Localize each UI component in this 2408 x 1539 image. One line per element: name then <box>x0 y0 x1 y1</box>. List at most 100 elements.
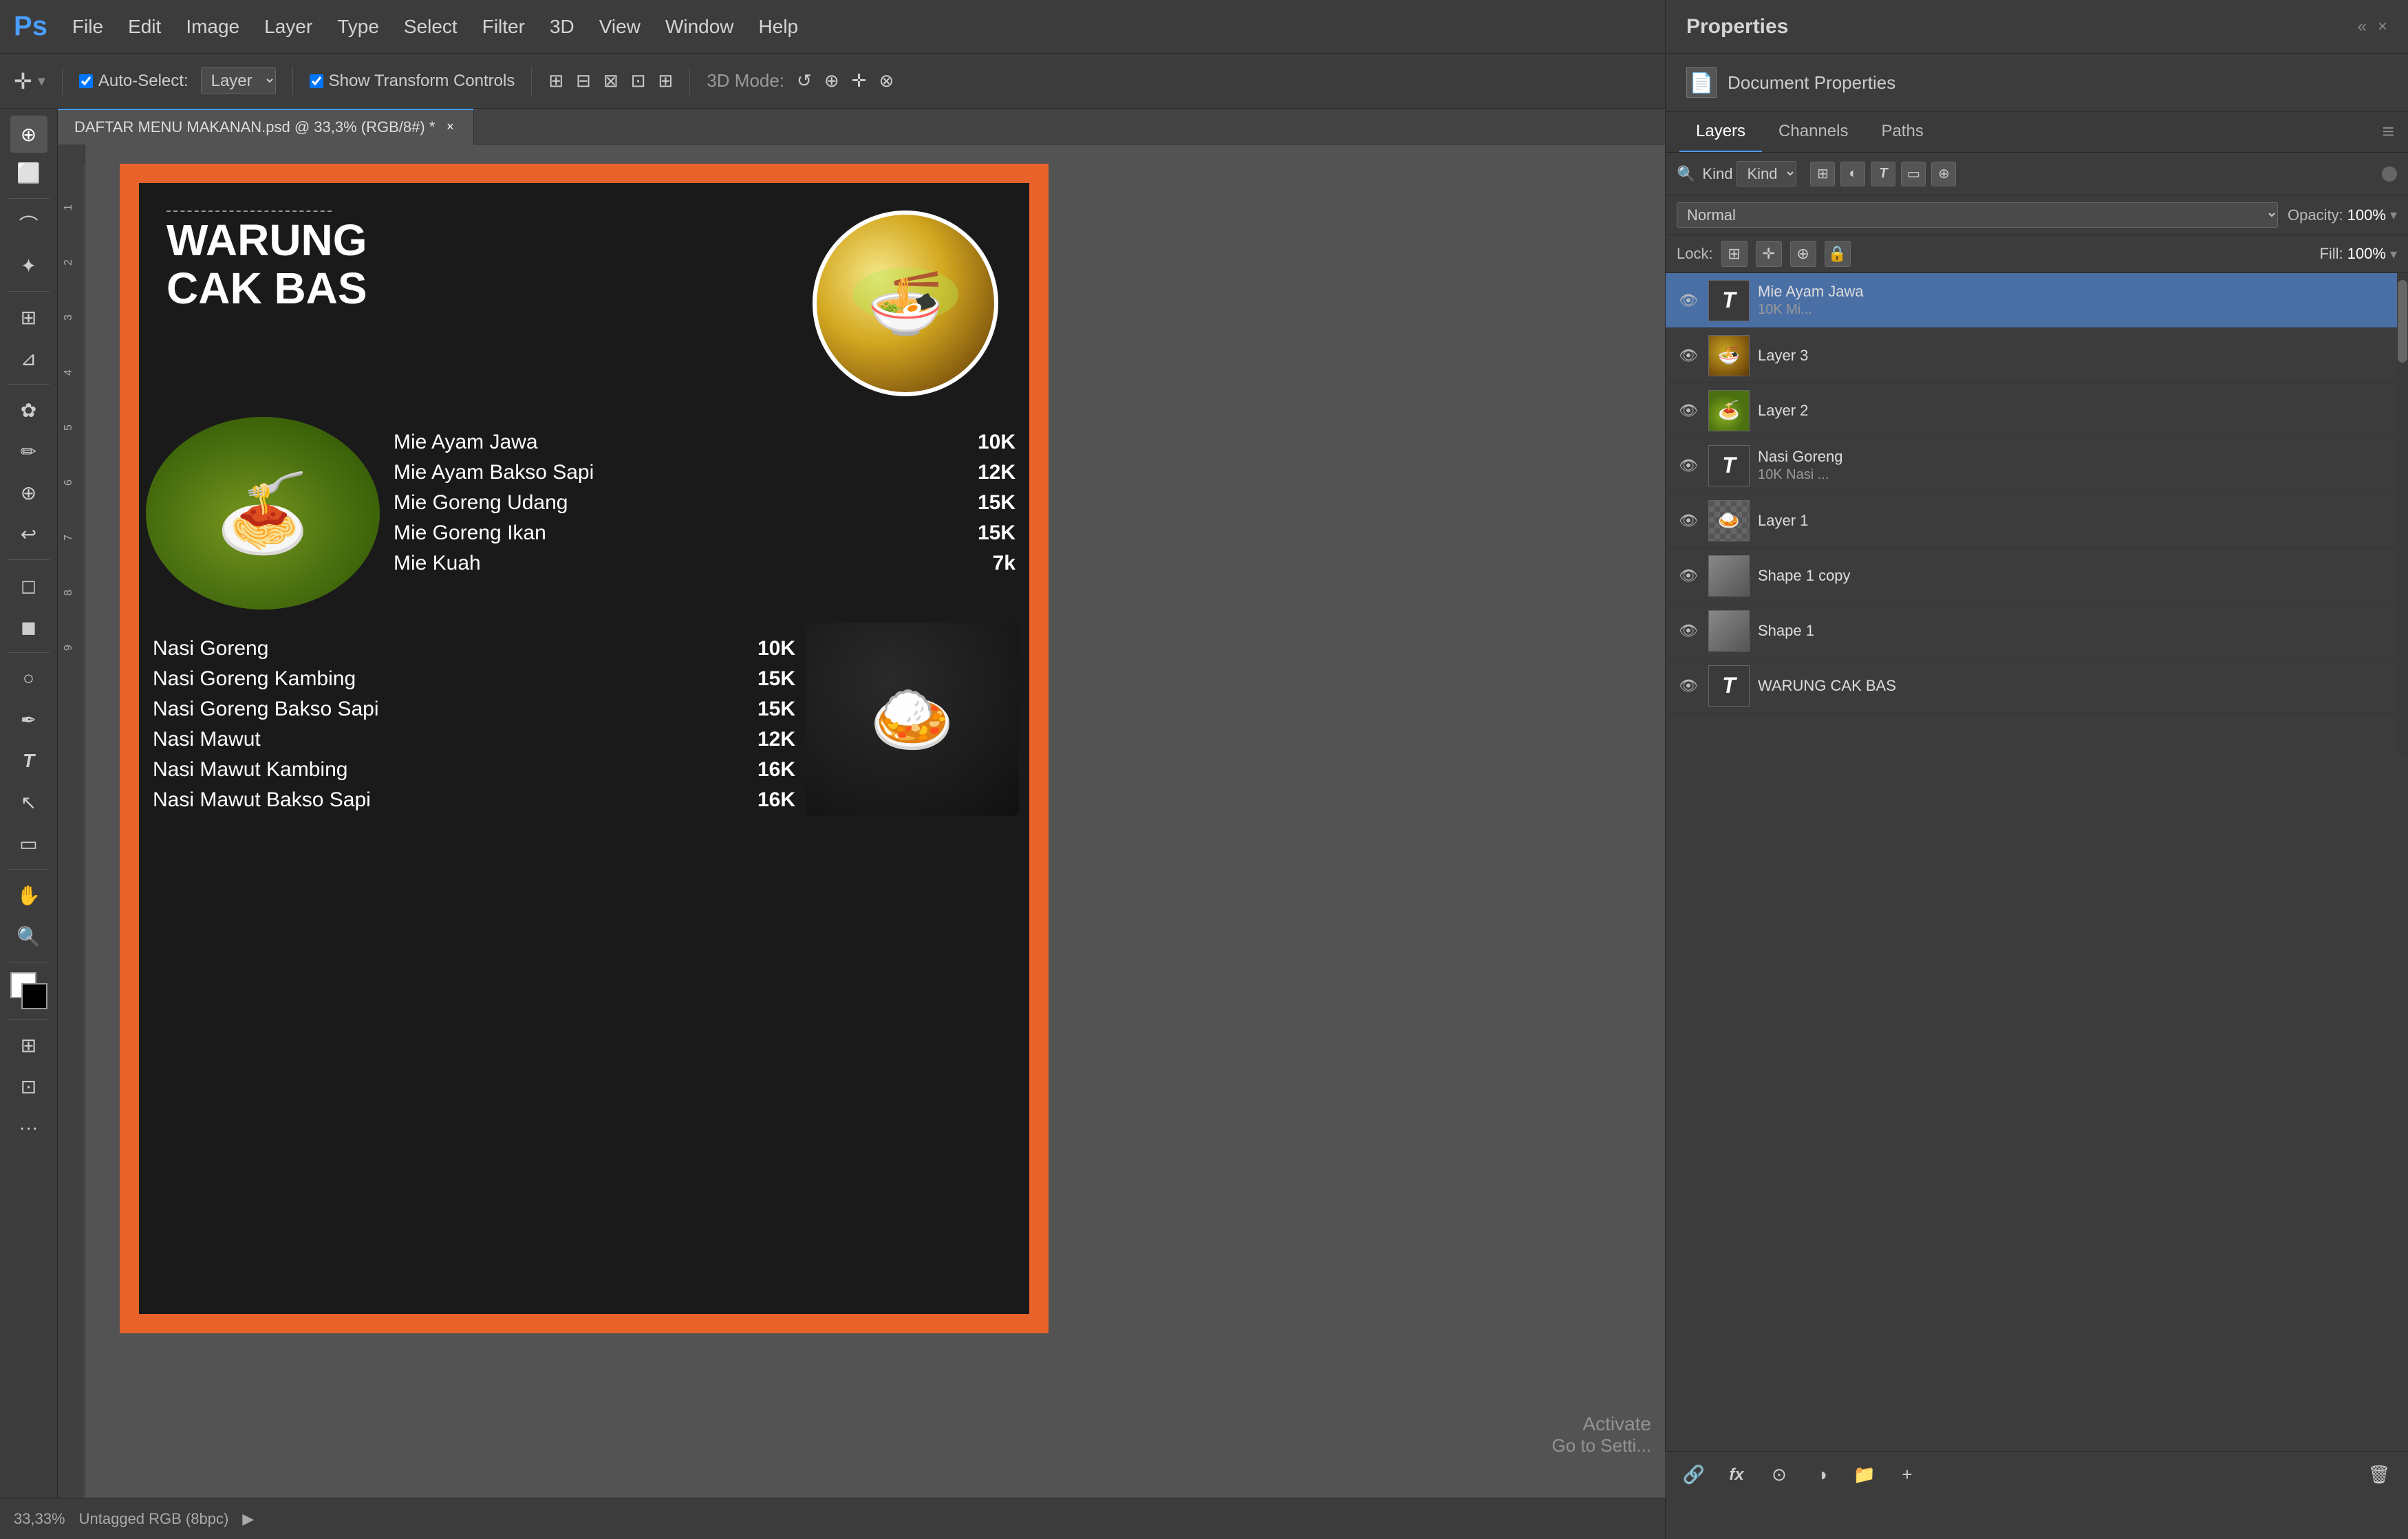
link-layers-btn[interactable]: 🔗 <box>1679 1460 1709 1490</box>
background-color[interactable] <box>21 983 47 1009</box>
layer-visibility-toggle[interactable]: 👁 <box>1677 674 1700 698</box>
lock-all-btn[interactable]: 🔒 <box>1825 241 1851 267</box>
crop-tool[interactable]: ⊞ <box>10 299 47 336</box>
panel-close-btn[interactable]: × <box>2378 17 2387 36</box>
tab-paths[interactable]: Paths <box>1864 112 1939 152</box>
opacity-stepper[interactable]: ▾ <box>2390 206 2397 224</box>
lasso-tool[interactable]: ⌒ <box>10 206 47 243</box>
filter-shape-icon[interactable]: ▭ <box>1901 162 1926 186</box>
fill-value[interactable]: 100% <box>2347 245 2386 263</box>
delete-layer-btn[interactable]: 🗑 <box>2364 1460 2394 1490</box>
layer-row[interactable]: 👁 T Mie Ayam Jawa 10K Mi... <box>1666 273 2408 328</box>
fill-stepper[interactable]: ▾ <box>2390 246 2397 263</box>
dodge-tool[interactable]: ○ <box>10 660 47 697</box>
zoom-tool[interactable]: 🔍 <box>10 918 47 955</box>
filter-toggle[interactable] <box>2382 166 2397 182</box>
clone-tool[interactable]: ⊕ <box>10 474 47 511</box>
filter-adj-icon[interactable]: ◐ <box>1840 162 1865 186</box>
shape-tool[interactable]: ▭ <box>10 825 47 862</box>
layer-select[interactable]: Layer Group <box>201 67 276 94</box>
layer-visibility-toggle[interactable]: 👁 <box>1677 564 1700 588</box>
new-layer-btn[interactable]: + <box>1892 1460 1922 1490</box>
new-adjustment-btn[interactable]: ◑ <box>1807 1460 1837 1490</box>
magic-wand-tool[interactable]: ✦ <box>10 247 47 284</box>
lock-pixel-btn[interactable]: ⊞ <box>1721 241 1748 267</box>
filter-kind-select[interactable]: Kind <box>1737 161 1796 186</box>
filter-text-icon[interactable]: T <box>1871 162 1895 186</box>
align-center-v-icon[interactable]: ⊟ <box>576 70 591 92</box>
3d-rotate-icon[interactable]: ↺ <box>797 70 812 92</box>
layer-row[interactable]: 👁 T Nasi Goreng 10K Nasi ... <box>1666 438 2408 493</box>
layer-row[interactable]: 👁 🍛 Layer 1 <box>1666 493 2408 548</box>
layer-visibility-toggle[interactable]: 👁 <box>1677 399 1700 422</box>
menu-layer[interactable]: Layer <box>264 16 312 38</box>
eraser-tool[interactable]: ◻ <box>10 567 47 604</box>
layer-row[interactable]: 👁 🍜 Layer 3 <box>1666 328 2408 383</box>
spot-heal-tool[interactable]: ✿ <box>10 391 47 429</box>
lock-artboard-btn[interactable]: ⊕ <box>1790 241 1816 267</box>
menu-image[interactable]: Image <box>186 16 239 38</box>
pen-tool[interactable]: ✒ <box>10 701 47 738</box>
layer-visibility-toggle[interactable]: 👁 <box>1677 289 1700 312</box>
status-arrow[interactable]: ▶ <box>242 1510 254 1528</box>
filter-smart-icon[interactable]: ⊕ <box>1931 162 1956 186</box>
layers-scrollbar[interactable] <box>2397 273 2408 755</box>
align-top-icon[interactable]: ⊡ <box>631 70 646 92</box>
add-mask-btn[interactable]: ⊙ <box>1764 1460 1794 1490</box>
eyedropper-tool[interactable]: ⊿ <box>10 340 47 377</box>
layer-row[interactable]: 👁 T WARUNG CAK BAS <box>1666 658 2408 713</box>
menu-filter[interactable]: Filter <box>482 16 525 38</box>
layer-visibility-toggle[interactable]: 👁 <box>1677 344 1700 367</box>
opacity-value[interactable]: 100% <box>2347 206 2386 224</box>
show-transform-checkbox[interactable] <box>310 74 323 88</box>
blend-mode-select[interactable]: Normal <box>1677 202 2278 228</box>
panel-collapse-btn[interactable]: « <box>2358 17 2367 36</box>
tab-document[interactable]: DAFTAR MENU MAKANAN.psd @ 33,3% (RGB/8#)… <box>58 109 474 144</box>
layer-visibility-toggle[interactable]: 👁 <box>1677 454 1700 477</box>
brush-tool[interactable]: ✏ <box>10 433 47 470</box>
layers-scrollbar-thumb[interactable] <box>2398 280 2407 363</box>
gradient-tool[interactable]: ◼ <box>10 608 47 645</box>
align-left-icon[interactable]: ⊞ <box>548 70 563 92</box>
3d-scale-icon[interactable]: ✛ <box>852 70 867 92</box>
layer-row[interactable]: 👁 🍝 Layer 2 <box>1666 383 2408 438</box>
more-tools-btn[interactable]: ··· <box>10 1109 47 1146</box>
menu-select[interactable]: Select <box>404 16 458 38</box>
new-group-btn[interactable]: 📁 <box>1849 1460 1880 1490</box>
show-transform-label[interactable]: Show Transform Controls <box>310 72 515 91</box>
layers-tab-menu[interactable]: ≡ <box>2382 112 2394 152</box>
align-right-icon[interactable]: ⊠ <box>603 70 619 92</box>
menu-window[interactable]: Window <box>665 16 734 38</box>
move-tool[interactable]: ⊕ <box>10 116 47 153</box>
lock-position-btn[interactable]: ✛ <box>1756 241 1782 267</box>
menu-help[interactable]: Help <box>759 16 799 38</box>
layer-row[interactable]: 👁 Shape 1 copy <box>1666 548 2408 603</box>
move-tool-icon[interactable]: ✛ <box>14 68 32 94</box>
3d-move-icon[interactable]: ⊕ <box>824 70 839 92</box>
menu-3d[interactable]: 3D <box>550 16 574 38</box>
auto-select-label[interactable]: Auto-Select: <box>79 72 189 91</box>
filter-pixel-icon[interactable]: ⊞ <box>1810 162 1835 186</box>
layer-row[interactable]: 👁 Shape 1 <box>1666 603 2408 658</box>
activate-line2[interactable]: Go to Setti... <box>1551 1435 1651 1456</box>
color-picker[interactable] <box>10 972 47 1009</box>
hand-tool[interactable]: ✋ <box>10 876 47 914</box>
panel-doc-props[interactable]: 📄 Document Properties <box>1666 54 2408 112</box>
distribute-icon[interactable]: ⊞ <box>658 70 674 92</box>
tab-channels[interactable]: Channels <box>1762 112 1864 152</box>
path-select-tool[interactable]: ↖ <box>10 784 47 821</box>
menu-file[interactable]: File <box>72 16 103 38</box>
text-tool[interactable]: T <box>10 742 47 779</box>
tab-layers[interactable]: Layers <box>1679 112 1762 152</box>
frame-mode-btn[interactable]: ⊡ <box>10 1068 47 1105</box>
move-tool-dropdown[interactable]: ▾ <box>38 72 45 90</box>
menu-edit[interactable]: Edit <box>128 16 161 38</box>
screen-mode-btn[interactable]: ⊞ <box>10 1026 47 1064</box>
layer-visibility-toggle[interactable]: 👁 <box>1677 509 1700 532</box>
tab-close-button[interactable]: × <box>443 120 457 134</box>
menu-type[interactable]: Type <box>337 16 379 38</box>
history-brush-tool[interactable]: ↩ <box>10 515 47 552</box>
layer-visibility-toggle[interactable]: 👁 <box>1677 619 1700 643</box>
3d-pan-icon[interactable]: ⊗ <box>879 70 894 92</box>
fx-btn[interactable]: fx <box>1721 1460 1752 1490</box>
